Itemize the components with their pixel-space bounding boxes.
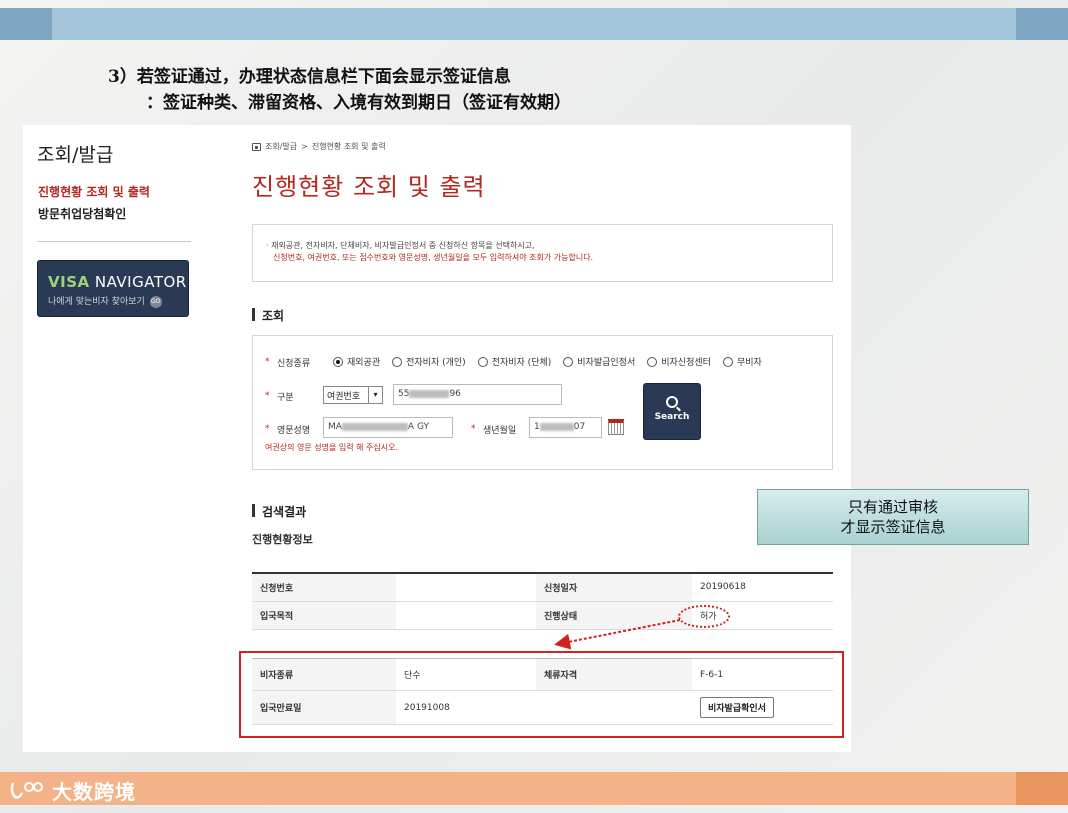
breadcrumb-current: 진행현황 조회 및 출력 bbox=[311, 142, 386, 151]
visa-banner-sub: 나에게 맞는비자 찾아보기 GO bbox=[48, 295, 162, 308]
breadcrumb-separator: > bbox=[301, 142, 308, 151]
slide-heading: 3）若签证通过，办理状态信息栏下面会显示签证信息 ：签证种类、滞留资格、入境有效… bbox=[108, 64, 571, 116]
table-key: 신청일자 bbox=[536, 573, 692, 602]
table-key: 신청번호 bbox=[252, 573, 396, 602]
category-select[interactable]: 여권번호 ▾ bbox=[323, 386, 383, 404]
table-key: 입국목적 bbox=[252, 601, 396, 630]
table-value: 20190618 bbox=[692, 573, 833, 602]
logo-text: 大数跨境 bbox=[52, 779, 136, 804]
notice-box: · 재외공관, 전자비자, 단체비자, 비자발급인정서 중 신청하신 항목을 선… bbox=[252, 224, 833, 282]
redacted-blur bbox=[539, 422, 574, 431]
notice-line1: · 재외공관, 전자비자, 단체비자, 비자발급인정서 중 신청하신 항목을 선… bbox=[266, 241, 535, 250]
visa-info-highlight bbox=[239, 651, 844, 738]
radio-button[interactable] bbox=[722, 356, 733, 367]
redacted-blur bbox=[341, 422, 408, 431]
required-mark: * bbox=[265, 391, 270, 401]
english-name-input[interactable]: MA A GY bbox=[323, 417, 453, 438]
status-highlight-oval bbox=[678, 605, 730, 628]
birthdate-input[interactable]: 1 07 bbox=[529, 417, 602, 438]
slide-heading-line1: 3）若签证通过，办理状态信息栏下面会显示签证信息 bbox=[108, 67, 511, 87]
callout-line2: 才显示签证信息 bbox=[840, 518, 946, 536]
calendar-icon[interactable] bbox=[608, 419, 624, 435]
sidebar-divider bbox=[37, 241, 191, 242]
type-radio-group: 재외공관 전자비자 (개인) 전자비자 (단체) 비자발급인정서 비자신청센터 … bbox=[333, 355, 762, 368]
radio-issuance-certificate[interactable]: 비자발급인정서 bbox=[563, 355, 635, 368]
radio-button[interactable] bbox=[647, 356, 658, 367]
logo-mark-icon bbox=[10, 782, 43, 799]
radio-visa-free[interactable]: 무비자 bbox=[722, 355, 762, 368]
breadcrumb: 조회/발급 > 진행현황 조회 및 출력 bbox=[252, 141, 386, 152]
passport-number-input[interactable]: 55 96 bbox=[393, 384, 562, 405]
radio-evisa-individual[interactable]: 전자비자 (개인) bbox=[392, 355, 466, 368]
top-band-right-block bbox=[1016, 8, 1068, 40]
required-mark: * bbox=[265, 424, 270, 434]
top-band bbox=[0, 8, 1068, 40]
notice-line2: 신청번호, 여권번호, 또는 접수번호와 영문성명, 생년월일을 모두 입력하셔… bbox=[273, 253, 594, 262]
callout-box: 只有通过审核 才显示签证信息 bbox=[757, 489, 1029, 545]
name-hint: 여권상의 영문 성명을 입력 해 주십시오. bbox=[265, 443, 399, 452]
visa-navigator-banner[interactable]: VISA NAVIGATOR 나에게 맞는비자 찾아보기 GO bbox=[37, 260, 189, 317]
progress-info-table: 신청번호 신청일자 20190618 입국목적 진행상태 허가 bbox=[252, 572, 833, 630]
search-form: * 신청종류 재외공관 전자비자 (개인) 전자비자 (단체) 비자발급인정서 … bbox=[252, 335, 833, 470]
search-icon bbox=[666, 396, 678, 408]
redacted-blur bbox=[409, 389, 450, 398]
sidebar-item-visit-employment[interactable]: 방문취업당첨확인 bbox=[38, 205, 126, 222]
radio-visa-center[interactable]: 비자신청센터 bbox=[647, 355, 711, 368]
radio-embassy[interactable]: 재외공관 bbox=[333, 355, 380, 368]
slide-heading-line2: ：签证种类、滞留资格、入境有效到期日（签证有效期） bbox=[146, 93, 571, 113]
category-label: 구분 bbox=[277, 393, 294, 403]
progress-info-title: 진행현황정보 bbox=[252, 533, 313, 546]
search-button[interactable]: Search bbox=[643, 383, 701, 440]
home-icon[interactable] bbox=[252, 142, 261, 151]
bottom-band bbox=[0, 772, 1068, 805]
bottom-band-right-block bbox=[1016, 772, 1068, 805]
radio-button[interactable] bbox=[333, 356, 343, 367]
top-band-left-block bbox=[0, 8, 52, 40]
required-mark: * bbox=[265, 357, 270, 367]
table-value bbox=[396, 573, 536, 602]
chevron-down-icon: ▾ bbox=[368, 387, 382, 403]
radio-evisa-group[interactable]: 전자비자 (단체) bbox=[477, 355, 551, 368]
radio-button[interactable] bbox=[477, 356, 488, 367]
english-name-label: 영문성명 bbox=[277, 426, 311, 436]
radio-button[interactable] bbox=[563, 356, 574, 367]
sidebar-title: 조회/발급 bbox=[37, 144, 114, 166]
sidebar-item-progress[interactable]: 진행현황 조회 및 출력 bbox=[38, 183, 150, 200]
type-label: 신청종류 bbox=[277, 359, 311, 369]
table-row: 신청번호 신청일자 20190618 bbox=[252, 573, 833, 602]
visa-banner-title: VISA NAVIGATOR bbox=[48, 273, 187, 291]
birthdate-label: 생년월일 bbox=[483, 426, 517, 436]
results-section-heading: 검색결과 bbox=[252, 503, 306, 520]
table-value bbox=[396, 601, 536, 630]
page-title: 진행현황 조회 및 출력 bbox=[252, 173, 486, 201]
radio-button[interactable] bbox=[392, 356, 403, 367]
table-row: 입국목적 진행상태 허가 bbox=[252, 601, 833, 630]
breadcrumb-item[interactable]: 조회/발급 bbox=[265, 141, 297, 152]
search-section-heading: 조회 bbox=[252, 307, 284, 324]
callout-line1: 只有通过审核 bbox=[847, 498, 938, 516]
table-key: 진행상태 bbox=[536, 601, 692, 630]
required-mark: * bbox=[471, 424, 476, 434]
go-icon: GO bbox=[149, 295, 162, 308]
brand-logo: 大数跨境 bbox=[10, 778, 136, 804]
